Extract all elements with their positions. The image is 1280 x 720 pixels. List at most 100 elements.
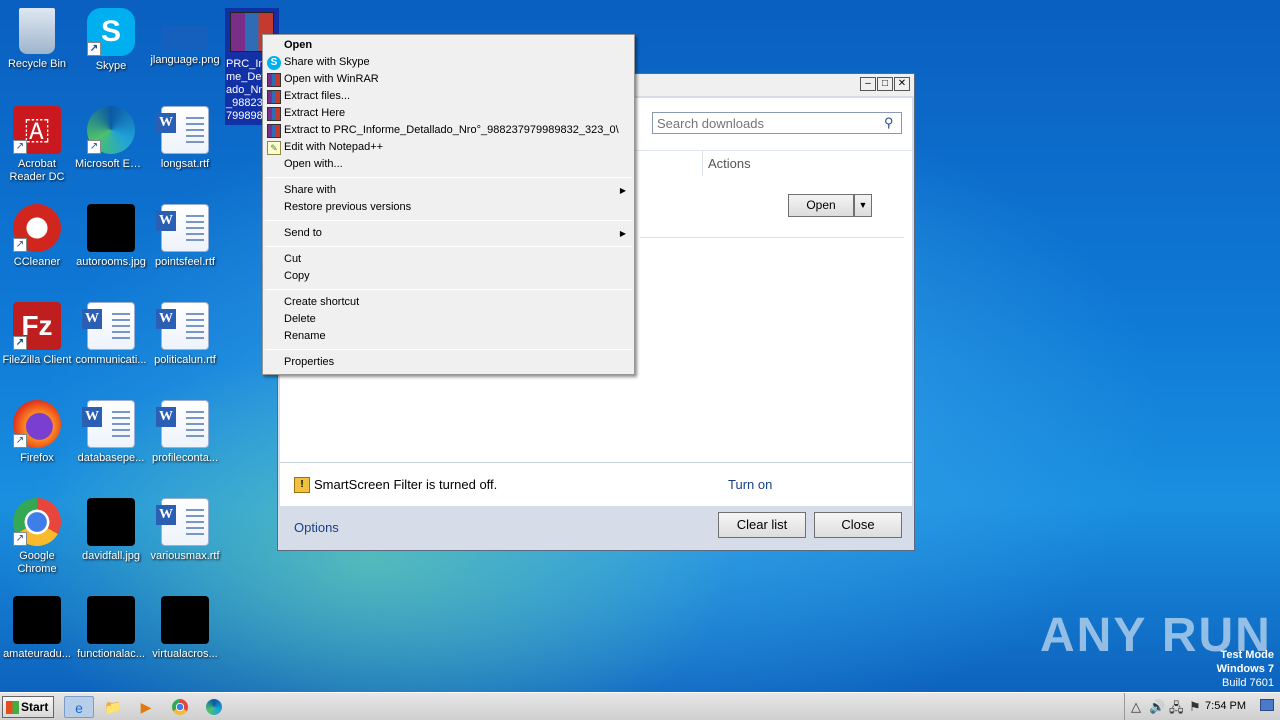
desktop-icon-virtualacros[interactable]: virtualacros... xyxy=(148,596,222,661)
test-mode-notice: Test Mode Windows 7 Build 7601 xyxy=(1217,648,1274,690)
network-icon[interactable]: 🖧 xyxy=(1169,699,1184,720)
row-divider xyxy=(640,237,904,238)
volume-icon[interactable]: 🔊 xyxy=(1149,699,1165,715)
desktop-icon-amateuradu[interactable]: amateuradu... xyxy=(0,596,74,661)
shortcut-arrow-icon: ↗ xyxy=(87,140,101,154)
desktop-icon-pointsfeel[interactable]: W pointsfeel.rtf xyxy=(148,204,222,269)
image-file-icon xyxy=(87,204,135,252)
word-doc-icon: W xyxy=(82,302,135,350)
menu-item-share-skype[interactable]: Share with Skype xyxy=(284,54,370,71)
clear-list-button[interactable]: Clear list xyxy=(718,512,806,538)
chevron-down-icon: ▼ xyxy=(858,200,868,210)
taskbar-clock[interactable]: 7:54 PM xyxy=(1205,700,1246,712)
menu-item-extract-to[interactable]: Extract to PRC_Informe_Detallado_Nro°_98… xyxy=(284,122,619,139)
desktop-icon-variousmax[interactable]: W variousmax.rtf xyxy=(148,498,222,563)
image-file-icon xyxy=(87,596,135,644)
start-label: Start xyxy=(21,700,49,714)
test-mode-line-3: Build 7601 xyxy=(1222,677,1274,689)
desktop-icon-edge[interactable]: ↗ Microsoft Edge xyxy=(74,106,148,171)
shortcut-arrow-icon: ↗ xyxy=(13,434,27,448)
options-link[interactable]: Options xyxy=(294,520,339,535)
desktop-icon-chrome[interactable]: ↗ Google Chrome xyxy=(0,498,74,576)
edge-icon: ↗ xyxy=(87,106,135,154)
actions-column-header: Actions xyxy=(708,156,751,171)
word-doc-icon: W xyxy=(156,498,209,546)
desktop-icon-autorooms[interactable]: autorooms.jpg xyxy=(74,204,148,269)
menu-item-share-with[interactable]: Share with xyxy=(284,182,336,199)
winrar-icon xyxy=(267,124,281,138)
menu-item-restore[interactable]: Restore previous versions xyxy=(284,199,411,216)
taskbar-edge-icon[interactable] xyxy=(199,696,229,718)
turn-on-link[interactable]: Turn on xyxy=(728,477,772,492)
desktop-icon-skype[interactable]: S ↗ Skype xyxy=(74,8,148,73)
desktop-icon-recycle-bin[interactable]: Recycle Bin xyxy=(0,8,74,71)
show-desktop-icon[interactable] xyxy=(1260,699,1274,711)
menu-separator xyxy=(265,246,632,247)
menu-item-extract-here[interactable]: Extract Here xyxy=(284,105,345,122)
maximize-button[interactable]: □ xyxy=(877,77,893,91)
desktop-icon-ccleaner[interactable]: ↗ CCleaner xyxy=(0,204,74,269)
image-file-icon xyxy=(87,498,135,546)
shortcut-arrow-icon: ↗ xyxy=(87,42,101,56)
action-center-flag-icon[interactable]: ⚑ xyxy=(1189,699,1201,715)
desktop-icon-communicati[interactable]: W communicati... xyxy=(74,302,148,367)
column-divider xyxy=(702,150,703,176)
windows-logo-icon xyxy=(6,701,19,714)
taskbar-explorer-icon[interactable]: 📁 xyxy=(98,696,128,718)
shortcut-arrow-icon: ↗ xyxy=(13,532,27,546)
close-button[interactable]: Close xyxy=(814,512,902,538)
open-download-button[interactable]: Open xyxy=(788,194,854,217)
recycle-bin-icon xyxy=(19,8,55,54)
desktop-icon-functionalac[interactable]: functionalac... xyxy=(74,596,148,661)
desktop-icon-profileconta[interactable]: W profileconta... xyxy=(148,400,222,465)
menu-item-properties[interactable]: Properties xyxy=(284,354,334,371)
menu-item-open-with[interactable]: Open with... xyxy=(284,156,343,173)
desktop-icon-politicalun[interactable]: W politicalun.rtf xyxy=(148,302,222,367)
smartscreen-warning-icon: ! xyxy=(294,477,310,493)
menu-item-delete[interactable]: Delete xyxy=(284,311,316,328)
menu-item-extract-files[interactable]: Extract files... xyxy=(284,88,350,105)
test-mode-line-2: Windows 7 xyxy=(1216,663,1274,675)
close-window-button[interactable]: ✕ xyxy=(894,77,910,91)
image-file-icon xyxy=(161,596,209,644)
desktop-icon-jlanguage[interactable]: jlanguage.png xyxy=(148,8,222,67)
menu-item-cut[interactable]: Cut xyxy=(284,251,301,268)
menu-separator xyxy=(265,349,632,350)
menu-item-create-shortcut[interactable]: Create shortcut xyxy=(284,294,359,311)
submenu-arrow-icon: ▶ xyxy=(619,186,626,195)
taskbar-media-player-icon[interactable]: ▶ xyxy=(131,696,161,718)
taskbar-chrome-icon[interactable] xyxy=(165,696,195,718)
filezilla-icon: Fz ↗ xyxy=(13,302,61,350)
word-doc-icon: W xyxy=(156,106,209,154)
word-doc-icon: W xyxy=(82,400,135,448)
acrobat-icon: 🇦 ↗ xyxy=(13,106,61,154)
taskbar-ie-icon[interactable]: e xyxy=(64,696,94,718)
image-file-icon xyxy=(13,596,61,644)
minimize-button[interactable]: – xyxy=(860,77,876,91)
ccleaner-icon: ↗ xyxy=(13,204,61,252)
skype-icon: S xyxy=(267,56,281,70)
search-icon[interactable]: ⚲ xyxy=(884,115,894,131)
desktop-icon-databasepe[interactable]: W databasepe... xyxy=(74,400,148,465)
smartscreen-status-text: SmartScreen Filter is turned off. xyxy=(314,477,498,492)
tray-expand-icon[interactable]: △ xyxy=(1131,699,1141,715)
menu-item-send-to[interactable]: Send to xyxy=(284,225,322,242)
desktop-icon-firefox[interactable]: ↗ Firefox xyxy=(0,400,74,465)
menu-item-open-winrar[interactable]: Open with WinRAR xyxy=(284,71,379,88)
menu-item-open[interactable]: Open xyxy=(284,37,312,54)
skype-icon: S ↗ xyxy=(87,8,135,56)
search-downloads-input[interactable] xyxy=(652,112,902,134)
desktop-icon-filezilla[interactable]: Fz ↗ FileZilla Client xyxy=(0,302,74,367)
menu-item-copy[interactable]: Copy xyxy=(284,268,310,285)
system-tray: △ 🔊 🖧 ⚑ 7:54 PM xyxy=(1124,693,1280,720)
desktop-icon-davidfall[interactable]: davidfall.jpg xyxy=(74,498,148,563)
menu-item-edit-notepad[interactable]: Edit with Notepad++ xyxy=(284,139,383,156)
menu-item-rename[interactable]: Rename xyxy=(284,328,326,345)
shortcut-arrow-icon: ↗ xyxy=(13,336,27,350)
desktop-icon-longsat[interactable]: W longsat.rtf xyxy=(148,106,222,171)
start-button[interactable]: Start xyxy=(2,696,54,718)
shortcut-arrow-icon: ↗ xyxy=(13,238,27,252)
open-dropdown-button[interactable]: ▼ xyxy=(854,194,872,217)
winrar-icon xyxy=(267,73,281,87)
desktop-icon-acrobat[interactable]: 🇦 ↗ Acrobat Reader DC xyxy=(0,106,74,184)
